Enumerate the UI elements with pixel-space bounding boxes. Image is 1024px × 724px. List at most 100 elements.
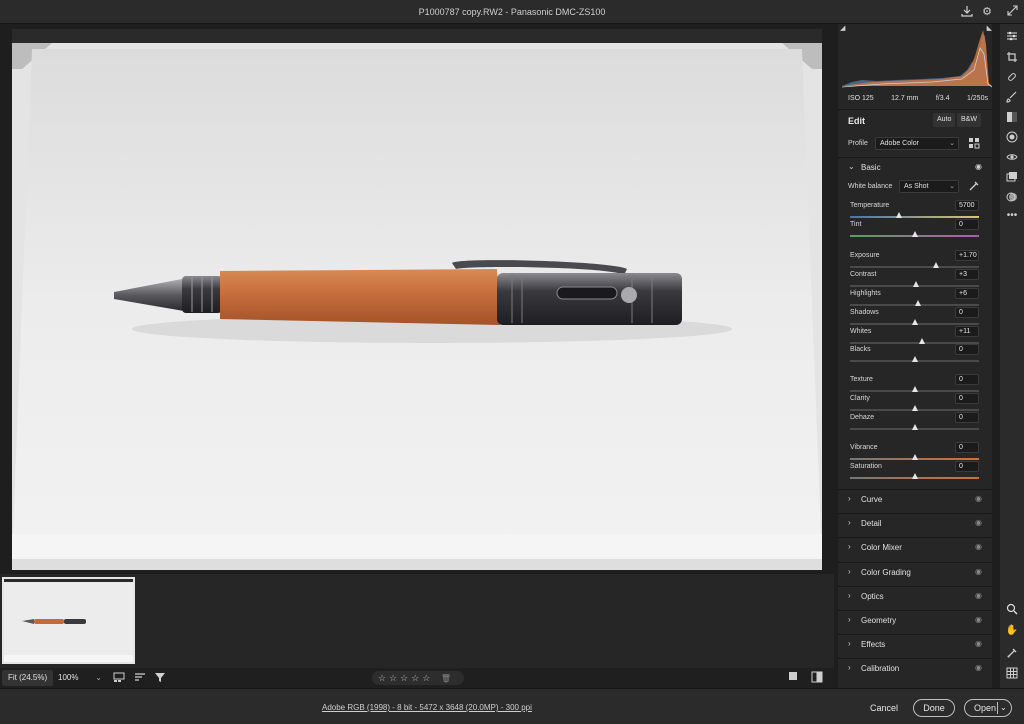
red-eye-icon[interactable] — [1005, 151, 1019, 165]
section-curve[interactable]: › Curve ◉ — [838, 489, 992, 511]
hand-icon[interactable]: ✋ — [1005, 624, 1019, 638]
slider-value-saturation[interactable]: 0 — [955, 461, 979, 472]
section-calibration[interactable]: › Calibration ◉ — [838, 658, 992, 680]
slider-value-highlights[interactable]: +6 — [955, 288, 979, 299]
slider-thumb[interactable] — [919, 338, 926, 344]
eye-icon[interactable]: ◉ — [975, 494, 982, 503]
slider-thumb[interactable] — [911, 405, 918, 411]
slider-thumb[interactable] — [911, 319, 918, 325]
slider-temperature[interactable]: Temperature 5700 — [850, 200, 979, 220]
section-color-mixer[interactable]: › Color Mixer ◉ — [838, 537, 992, 559]
section-color-grading[interactable]: › Color Grading ◉ — [838, 562, 992, 584]
slider-value-clarity[interactable]: 0 — [955, 393, 979, 404]
eyedropper-icon[interactable] — [968, 180, 980, 192]
slider-value-temperature[interactable]: 5700 — [955, 200, 979, 211]
crop-icon[interactable] — [1005, 51, 1019, 65]
slider-thumb[interactable] — [915, 300, 922, 306]
slider-thumb[interactable] — [896, 212, 903, 218]
slider-value-whites[interactable]: +11 — [955, 326, 979, 337]
slider-thumb[interactable] — [933, 262, 940, 268]
eye-icon[interactable]: ◉ — [975, 591, 982, 600]
filter-icon[interactable] — [153, 671, 167, 685]
slider-value-tint[interactable]: 0 — [955, 219, 979, 230]
snapshots-icon[interactable] — [1005, 171, 1019, 185]
slider-shadows[interactable]: Shadows 0 — [850, 307, 979, 327]
grid-icon[interactable] — [1005, 667, 1019, 681]
slider-thumb[interactable] — [911, 386, 918, 392]
gear-icon[interactable]: ⚙ — [980, 5, 994, 19]
download-icon[interactable] — [960, 5, 974, 19]
eye-icon[interactable]: ◉ — [975, 542, 982, 551]
open-button[interactable]: Open ⌄ — [964, 699, 1012, 717]
white-balance-select[interactable]: As Shot ⌄ — [899, 180, 959, 193]
eye-icon[interactable]: ◉ — [975, 615, 982, 624]
bw-button[interactable]: B&W — [957, 113, 981, 127]
slider-value-blacks[interactable]: 0 — [955, 344, 979, 355]
section-basic[interactable]: ⌄ Basic ◉ — [838, 157, 992, 179]
slider-thumb[interactable] — [911, 231, 918, 237]
linear-gradient-icon[interactable] — [1005, 111, 1019, 125]
auto-button[interactable]: Auto — [933, 113, 956, 127]
zoom-icon[interactable] — [1005, 603, 1019, 617]
slider-contrast[interactable]: Contrast +3 — [850, 269, 979, 289]
section-effects[interactable]: › Effects ◉ — [838, 634, 992, 656]
slider-blacks[interactable]: Blacks 0 — [850, 344, 979, 364]
slider-thumb[interactable] — [911, 356, 918, 362]
cancel-button[interactable]: Cancel — [862, 699, 906, 717]
eye-icon[interactable]: ◉ — [975, 567, 982, 576]
slider-value-exposure[interactable]: +1.70 — [955, 250, 979, 261]
section-geometry[interactable]: › Geometry ◉ — [838, 610, 992, 632]
chevron-down-icon[interactable]: ⌄ — [1000, 700, 1007, 716]
presets-icon[interactable] — [1005, 191, 1019, 205]
slider-highlights[interactable]: Highlights +6 — [850, 288, 979, 308]
slider-thumb[interactable] — [911, 424, 918, 430]
slider-value-contrast[interactable]: +3 — [955, 269, 979, 280]
workflow-options-link[interactable]: Adobe RGB (1998) - 8 bit - 5472 x 3648 (… — [322, 703, 532, 712]
filmstrip-view-icon[interactable] — [112, 671, 126, 685]
slider-saturation[interactable]: Saturation 0 — [850, 461, 979, 481]
eye-icon[interactable]: ◉ — [975, 663, 982, 672]
eye-icon[interactable]: ◉ — [975, 162, 982, 171]
slider-value-vibrance[interactable]: 0 — [955, 442, 979, 453]
slider-dehaze[interactable]: Dehaze 0 — [850, 412, 979, 432]
section-optics[interactable]: › Optics ◉ — [838, 586, 992, 608]
profile-select[interactable]: Adobe Color ⌄ — [875, 137, 959, 150]
slider-thumb[interactable] — [911, 473, 918, 479]
slider-thumb[interactable] — [912, 281, 919, 287]
rating-stars[interactable]: ☆☆☆☆☆ — [378, 673, 433, 683]
profile-browser-icon[interactable] — [968, 137, 980, 149]
zoom-level-select[interactable]: 100% ⌄ — [58, 670, 104, 686]
expand-icon[interactable] — [1005, 5, 1019, 19]
edit-sliders-icon[interactable] — [1005, 30, 1019, 44]
slider-texture[interactable]: Texture 0 — [850, 374, 979, 394]
slider-track[interactable] — [850, 216, 979, 218]
image-canvas[interactable] — [12, 29, 822, 570]
single-view-icon[interactable] — [786, 671, 800, 685]
slider-exposure[interactable]: Exposure +1.70 — [850, 250, 979, 270]
more-icon[interactable]: ••• — [1005, 209, 1019, 223]
star-rating[interactable]: ☆☆☆☆☆ 🗑 — [372, 671, 464, 685]
brush-icon[interactable] — [1005, 91, 1019, 105]
slider-track[interactable] — [850, 266, 979, 268]
slider-thumb[interactable] — [911, 454, 918, 460]
healing-icon[interactable] — [1005, 71, 1019, 85]
zoom-fit-button[interactable]: Fit (24.5%) — [2, 670, 54, 686]
before-after-icon[interactable] — [810, 671, 824, 685]
slider-tint[interactable]: Tint 0 — [850, 219, 979, 239]
clipping-warning-shadow-icon[interactable]: ◢ — [840, 24, 845, 32]
filmstrip-thumbnail[interactable] — [2, 577, 135, 664]
slider-value-shadows[interactable]: 0 — [955, 307, 979, 318]
trash-icon[interactable]: 🗑 — [441, 674, 451, 683]
slider-vibrance[interactable]: Vibrance 0 — [850, 442, 979, 462]
radial-gradient-icon[interactable] — [1005, 131, 1019, 145]
slider-clarity[interactable]: Clarity 0 — [850, 393, 979, 413]
eye-icon[interactable]: ◉ — [975, 518, 982, 527]
clipping-warning-highlight-icon[interactable]: ◣ — [987, 24, 992, 32]
section-detail[interactable]: › Detail ◉ — [838, 513, 992, 535]
sampler-icon[interactable] — [1005, 647, 1019, 661]
slider-value-dehaze[interactable]: 0 — [955, 412, 979, 423]
done-button[interactable]: Done — [913, 699, 955, 717]
sort-icon[interactable] — [133, 671, 147, 685]
eye-icon[interactable]: ◉ — [975, 639, 982, 648]
slider-value-texture[interactable]: 0 — [955, 374, 979, 385]
